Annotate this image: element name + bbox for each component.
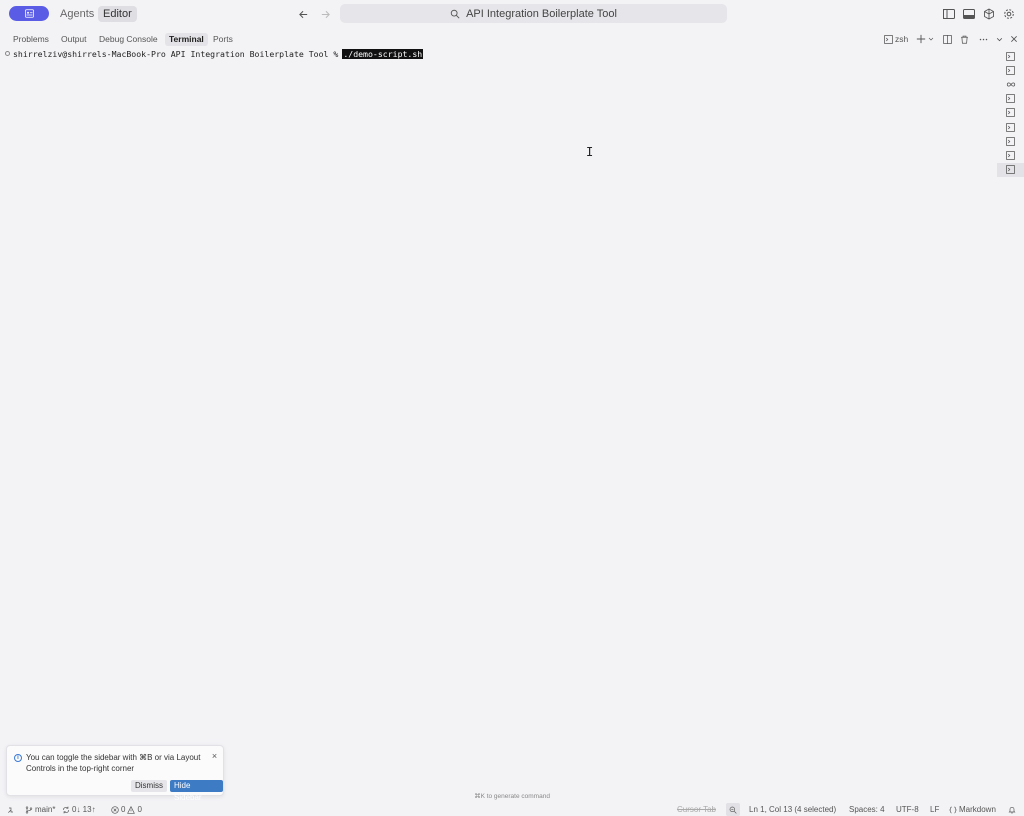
terminal-prompt: shirrelziv@shirrels-MacBook-Pro API Inte… — [13, 48, 339, 59]
prompt-status-icon — [5, 51, 10, 56]
title-bar: Agents Editor API Integration Boilerplat… — [0, 0, 1024, 28]
terminal-profile-button[interactable]: zsh — [884, 33, 908, 45]
toggle-primary-sidebar-icon[interactable] — [943, 8, 955, 20]
remote-icon — [8, 807, 13, 813]
kill-terminal-button[interactable] — [960, 33, 969, 45]
language-name: Markdown — [959, 805, 996, 814]
sync-icon — [63, 806, 69, 813]
remote-indicator[interactable] — [7, 803, 15, 816]
terminal-icon — [1006, 51, 1015, 61]
tab-output[interactable]: Output — [57, 33, 91, 46]
chevron-down-icon — [996, 37, 1003, 41]
terminal-icon — [1006, 165, 1015, 175]
terminal-icon — [1006, 122, 1015, 132]
trash-icon — [961, 35, 968, 44]
tab-ports[interactable]: Ports — [209, 33, 237, 46]
warning-icon — [127, 805, 136, 814]
cursor-tab-status[interactable]: Cursor Tab — [677, 803, 716, 816]
branch-name: main* — [35, 805, 56, 814]
split-terminal-button[interactable] — [943, 33, 952, 45]
chevron-down-icon — [928, 37, 934, 41]
notification-message: You can toggle the sidebar with ⌘B or vi… — [26, 753, 201, 773]
terminal-icon — [884, 34, 893, 44]
terminal-list-item[interactable] — [997, 120, 1024, 134]
info-icon: i — [14, 754, 22, 762]
zoom-button[interactable] — [726, 803, 740, 816]
status-bar: main* 0↓ 13↑ 0 0 Cursor Tab Ln 1, Col 13… — [0, 803, 1024, 816]
eol-setting[interactable]: LF — [930, 803, 939, 816]
terminal-list-item[interactable] — [997, 134, 1024, 148]
close-icon — [1011, 36, 1017, 42]
problems-indicator[interactable]: 0 0 — [111, 803, 142, 816]
text-cursor-icon: I — [586, 145, 594, 159]
terminal-icon — [1006, 65, 1015, 75]
branch-indicator[interactable]: main* — [25, 803, 55, 816]
new-terminal-button[interactable] — [916, 33, 934, 45]
more-actions-button[interactable] — [979, 33, 988, 45]
language-mode[interactable]: Markdown — [949, 803, 996, 816]
terminal-list-item[interactable] — [997, 63, 1024, 77]
tab-terminal[interactable]: Terminal — [165, 33, 208, 46]
terminal-list-item[interactable] — [997, 106, 1024, 120]
hide-sidebar-button[interactable]: Hide Sidebar — [170, 780, 223, 802]
shell-label: zsh — [895, 34, 909, 44]
infinity-icon — [1006, 80, 1016, 89]
command-center-text: API Integration Boilerplate Tool — [466, 7, 617, 20]
terminal-prompt-line[interactable]: shirrelziv@shirrels-MacBook-Pro API Inte… — [5, 48, 424, 59]
cube-icon[interactable] — [983, 8, 995, 20]
terminal-icon — [1006, 136, 1015, 146]
close-icon[interactable]: × — [210, 752, 219, 761]
braces-icon — [949, 806, 957, 813]
terminal-icon — [1006, 108, 1015, 118]
tab-editor[interactable]: Editor — [98, 6, 137, 22]
forward-arrow-icon[interactable] — [318, 7, 332, 21]
error-count: 0 — [121, 805, 126, 814]
maximize-panel-button[interactable] — [996, 33, 1003, 45]
split-icon — [943, 34, 952, 44]
tab-problems[interactable]: Problems — [9, 33, 53, 46]
error-icon — [111, 805, 119, 814]
terminal-list-item[interactable] — [997, 77, 1024, 91]
generate-command-hint: ⌘K to generate command — [474, 793, 550, 800]
command-center-search[interactable]: API Integration Boilerplate Tool — [340, 4, 727, 23]
layout-toggle-button[interactable] — [9, 6, 49, 21]
encoding-setting[interactable]: UTF-8 — [896, 803, 919, 816]
user-card-icon — [24, 9, 34, 18]
close-panel-button[interactable] — [1010, 33, 1018, 45]
search-icon — [450, 9, 460, 18]
notifications-button[interactable] — [1008, 803, 1016, 816]
zoom-icon — [729, 806, 737, 814]
terminal-list-item[interactable] — [997, 148, 1024, 162]
sync-indicator[interactable]: 0↓ 13↑ — [62, 803, 96, 816]
terminal-list-item[interactable] — [997, 49, 1024, 63]
plus-icon — [916, 34, 926, 44]
terminal-command: ./demo-script.sh — [342, 48, 424, 59]
terminal-list-item[interactable] — [997, 162, 1024, 177]
terminal-icon — [1006, 150, 1015, 160]
gear-icon[interactable] — [1003, 8, 1015, 20]
tab-agents[interactable]: Agents — [55, 6, 99, 22]
cursor-position[interactable]: Ln 1, Col 13 (4 selected) — [749, 803, 836, 816]
sidebar-notification: i You can toggle the sidebar with ⌘B or … — [6, 745, 224, 802]
toggle-panel-icon[interactable] — [963, 8, 975, 20]
terminal-icon — [1006, 94, 1015, 104]
bell-icon — [1008, 806, 1016, 813]
dismiss-button[interactable]: Dismiss — [131, 780, 167, 792]
ellipsis-icon — [979, 38, 988, 40]
terminal-list-item[interactable] — [997, 92, 1024, 106]
warning-count: 0 — [137, 805, 142, 814]
git-branch-icon — [25, 805, 33, 814]
sync-counts: 0↓ 13↑ — [72, 805, 96, 814]
back-arrow-icon[interactable] — [296, 7, 310, 21]
tab-debug-console[interactable]: Debug Console — [95, 33, 162, 46]
indentation-setting[interactable]: Spaces: 4 — [849, 803, 885, 816]
